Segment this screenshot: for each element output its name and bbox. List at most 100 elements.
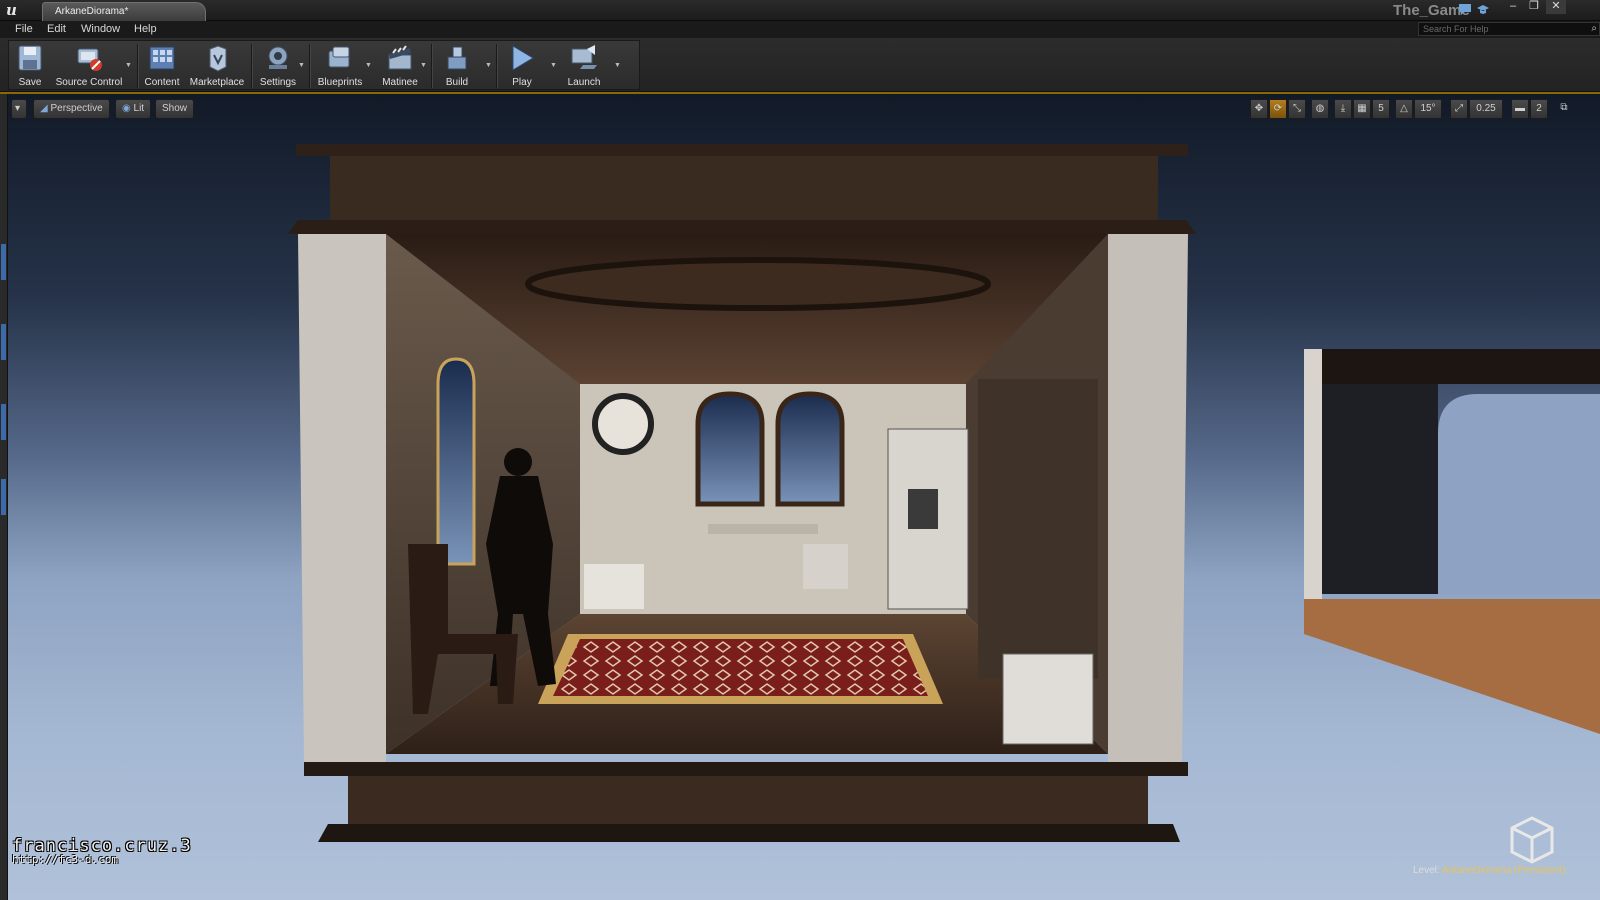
diorama-base-trim bbox=[304, 762, 1188, 776]
side-tab[interactable] bbox=[1, 244, 6, 280]
menu-edit[interactable]: Edit bbox=[43, 22, 70, 36]
toolbar-separator bbox=[309, 44, 310, 88]
launch-dropdown-icon[interactable]: ▼ bbox=[614, 62, 621, 69]
grid-snap-icon[interactable]: ▦ bbox=[1353, 99, 1371, 119]
neighbor-diorama-opening bbox=[1438, 394, 1600, 594]
right-outer-wall bbox=[1108, 234, 1188, 762]
close-button[interactable]: ✕ bbox=[1546, 0, 1566, 14]
tutorial-icon[interactable] bbox=[1476, 3, 1490, 16]
help-search-placeholder: Search For Help bbox=[1423, 24, 1489, 34]
source-control-button[interactable]: Source Control bbox=[53, 43, 125, 89]
rug bbox=[553, 639, 928, 696]
neighbor-diorama-wall bbox=[1322, 384, 1438, 594]
matinee-button[interactable]: Matinee bbox=[377, 43, 423, 89]
neighbor-diorama-top bbox=[1304, 349, 1600, 384]
rotation-snap-icon[interactable]: △ bbox=[1395, 99, 1413, 119]
menu-window[interactable]: Window bbox=[77, 22, 124, 36]
translate-mode-icon[interactable]: ✥ bbox=[1250, 99, 1268, 119]
marketplace-label: Marketplace bbox=[189, 77, 245, 88]
feedback-icon[interactable] bbox=[1458, 3, 1472, 16]
scale-snap-value[interactable]: 0.25 bbox=[1469, 99, 1503, 119]
save-label: Save bbox=[18, 77, 42, 88]
build-button[interactable]: Build bbox=[437, 43, 477, 89]
neighbor-diorama-edge bbox=[1304, 349, 1322, 604]
marketplace-button[interactable]: Marketplace bbox=[187, 43, 247, 89]
world-space-icon[interactable]: ◍ bbox=[1311, 99, 1329, 119]
menu-file[interactable]: File bbox=[11, 22, 37, 36]
title-bar: u ArkaneDiorama* The_Game – ❐ ✕ bbox=[0, 0, 1600, 21]
play-button[interactable]: Play bbox=[501, 43, 543, 89]
side-tab[interactable] bbox=[1, 404, 6, 440]
maximize-viewport-icon[interactable]: ⧉ bbox=[1556, 99, 1572, 119]
blueprints-dropdown-icon[interactable]: ▼ bbox=[365, 62, 372, 69]
help-search-input[interactable]: Search For Help ⌕ bbox=[1418, 22, 1600, 36]
side-tab[interactable] bbox=[1, 479, 6, 515]
play-icon bbox=[512, 45, 534, 71]
camera-speed-value[interactable]: 2 bbox=[1530, 99, 1548, 119]
viewport-scene[interactable] bbox=[8, 94, 1600, 900]
scale-mode-icon[interactable]: ⤡ bbox=[1288, 99, 1306, 119]
perspective-label: Perspective bbox=[50, 103, 103, 114]
search-icon: ⌕ bbox=[1591, 23, 1597, 34]
viewport-options-button[interactable]: ▾ bbox=[11, 99, 27, 119]
source-control-label: Source Control bbox=[55, 77, 123, 88]
perspective-button[interactable]: ◢ Perspective bbox=[33, 99, 110, 119]
camera-speed-icon[interactable]: ▬ bbox=[1511, 99, 1529, 119]
level-viewport[interactable]: ▾ ◢ Perspective ◉ Lit Show ✥ ⟳ ⤡ ◍ ⤓ ▦ 5… bbox=[8, 94, 1600, 900]
document-tab[interactable]: ArkaneDiorama* bbox=[42, 2, 206, 21]
safe-box bbox=[803, 544, 848, 589]
side-tab[interactable] bbox=[1, 324, 6, 360]
ceiling-coffer bbox=[525, 257, 991, 311]
left-outer-wall bbox=[298, 234, 386, 762]
chevron-down-icon: ▾ bbox=[15, 103, 21, 114]
fridge-panel bbox=[908, 489, 938, 529]
white-box bbox=[584, 564, 644, 609]
rotate-mode-icon[interactable]: ⟳ bbox=[1269, 99, 1287, 119]
launch-button[interactable]: Launch bbox=[563, 43, 605, 89]
toolbar-separator bbox=[137, 44, 138, 88]
show-button[interactable]: Show bbox=[155, 99, 195, 119]
main-toolbar: Save Source Control ▼ Content Marketplac… bbox=[0, 38, 1600, 92]
settings-label: Settings bbox=[259, 77, 297, 88]
surface-snap-icon[interactable]: ⤓ bbox=[1334, 99, 1352, 119]
source-control-dropdown-icon[interactable]: ▼ bbox=[125, 62, 132, 69]
show-label: Show bbox=[162, 103, 188, 114]
content-browser-icon bbox=[149, 46, 175, 70]
rotation-snap-value[interactable]: 15° bbox=[1414, 99, 1442, 119]
settings-button[interactable]: Settings bbox=[255, 43, 301, 89]
maximize-button[interactable]: ❐ bbox=[1524, 0, 1544, 14]
left-wall-window bbox=[436, 357, 476, 566]
blueprints-button[interactable]: Blueprints bbox=[313, 43, 367, 89]
grid-snap-value[interactable]: 5 bbox=[1372, 99, 1390, 119]
menu-bar: File Edit Window Help Search For Help ⌕ bbox=[0, 21, 1600, 38]
level-prefix: Level: bbox=[1413, 865, 1440, 876]
matinee-dropdown-icon[interactable]: ▼ bbox=[420, 62, 427, 69]
lit-label: Lit bbox=[133, 103, 145, 114]
build-dropdown-icon[interactable]: ▼ bbox=[485, 62, 492, 69]
camera-icon: ◢ bbox=[40, 103, 51, 114]
desk-top bbox=[708, 524, 818, 534]
wall-clock bbox=[592, 393, 654, 455]
build-label: Build bbox=[445, 77, 469, 88]
content-button[interactable]: Content bbox=[141, 43, 183, 89]
toolbar-separator bbox=[251, 44, 252, 88]
scale-snap-icon[interactable]: ⤢ bbox=[1450, 99, 1468, 119]
build-icon bbox=[447, 46, 467, 70]
minimize-button[interactable]: – bbox=[1503, 0, 1523, 14]
lit-sphere-icon: ◉ bbox=[122, 103, 134, 114]
level-indicator: Level: ArkaneDiorama (Persistent) bbox=[1413, 865, 1565, 876]
settings-dropdown-icon[interactable]: ▼ bbox=[298, 62, 305, 69]
save-button[interactable]: Save bbox=[11, 43, 49, 89]
menu-help[interactable]: Help bbox=[130, 22, 161, 36]
diorama-top-cap bbox=[330, 156, 1158, 222]
toolbar-panel: Save Source Control ▼ Content Marketplac… bbox=[8, 40, 640, 90]
source-control-icon bbox=[77, 48, 102, 71]
diorama-base bbox=[348, 776, 1148, 824]
lit-mode-button[interactable]: ◉ Lit bbox=[115, 99, 152, 119]
launch-icon bbox=[571, 45, 597, 69]
diorama-cornice bbox=[288, 220, 1196, 234]
diorama-top-trim bbox=[296, 144, 1188, 156]
toolbar-separator bbox=[496, 44, 497, 88]
play-dropdown-icon[interactable]: ▼ bbox=[550, 62, 557, 69]
artist-watermark: francisco.cruz.3 http://fc3-d.com bbox=[12, 836, 192, 866]
